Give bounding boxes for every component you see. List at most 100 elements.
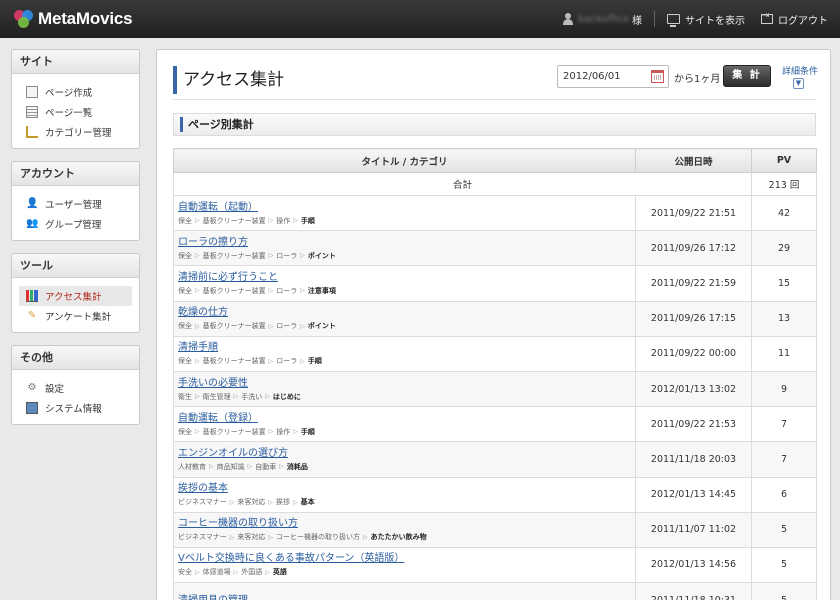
breadcrumb-arrow-icon: ▷ [195,322,200,330]
breadcrumb-arrow-icon: ▷ [363,533,368,541]
sidebar-item-survey-stats[interactable]: ✎ アンケート集計 [19,306,132,326]
sidebar-item-settings[interactable]: ⚙ 設定 [19,378,132,398]
breadcrumb-item: コーヒー機器の取り扱い方 [276,533,361,542]
sidebar-item-system-info[interactable]: システム情報 [19,398,132,418]
cell-pv: 15 [751,265,817,302]
total-row: 合計 213 回 [173,172,817,196]
sidebar-section-account: アカウント 👤 ユーザー管理 👥 グループ管理 [11,161,140,241]
aggregate-button[interactable]: 集 計 [723,65,771,87]
sidebar-item-label: ユーザー管理 [45,200,102,211]
breadcrumb-arrow-icon: ▷ [293,217,298,225]
page-title-link[interactable]: 手洗いの必要性 [174,377,635,390]
breadcrumb-arrow-icon: ▷ [268,428,274,436]
sidebar-item-label: カテゴリー管理 [45,128,112,139]
cell-publish-date: 2012/01/13 13:02 [635,370,752,408]
breadcrumb-item: 基板クリーナー装置 [202,216,266,225]
breadcrumb-item: 手順 [307,357,322,366]
sidebar-item-label: ページ作成 [45,88,93,99]
header-divider [654,11,655,27]
breadcrumb-item: ローラ [276,286,298,295]
breadcrumb-arrow-icon: ▷ [279,463,284,471]
breadcrumb-item: ローラ [276,322,298,331]
cell-pv: 7 [751,406,817,443]
breadcrumb-arrow-icon: ▷ [233,393,239,401]
page-title-link[interactable]: 乾燥の仕方 [174,306,635,319]
calendar-icon[interactable] [651,70,664,83]
column-header-pv[interactable]: PV [751,148,817,173]
table-row: ローラの擦り方 保全 ▷ 基板クリーナー装置 ▷ ローラ ▷ ポイント 2011/09/26 1… [173,230,817,267]
sidebar-item-label: アクセス集計 [45,292,102,303]
table-row: 清掃手順 保全 ▷ 基板クリーナー装置 ▷ ローラ ▷ 手順 2011/09/22 00:00 1… [173,335,817,372]
breadcrumb-item: 衛生管理 [202,392,231,401]
sidebar-section-title: その他 [12,346,139,370]
breadcrumb-arrow-icon: ▷ [300,287,305,295]
top-bar: MetaMovics backoffice 様 サイトを表示 ログアウト [0,0,840,38]
view-site-link[interactable]: サイトを表示 [667,12,745,27]
app-logo[interactable]: MetaMovics [14,9,133,29]
breadcrumb-item: 英語 [272,568,287,577]
breadcrumb-item: ローラ [276,251,298,260]
breadcrumb-arrow-icon: ▷ [247,463,253,471]
page-title-link[interactable]: 自動運転（登録） [174,412,635,425]
survey-icon: ✎ [27,310,37,321]
breadcrumb-arrow-icon: ▷ [195,357,200,365]
breadcrumb-item: ポイント [307,251,336,260]
column-header-date[interactable]: 公開日時 [635,148,752,173]
page-title-link[interactable]: コーヒー機器の取り扱い方 [174,517,635,530]
cell-publish-date: 2012/01/13 14:45 [635,476,752,513]
sidebar-item-page-list[interactable]: ページ一覧 [19,102,132,122]
logout-icon [761,11,773,24]
page-title-link[interactable]: 挨拶の基本 [174,482,635,495]
sidebar-section-title: サイト [12,50,139,74]
breadcrumb-arrow-icon: ▷ [265,568,270,576]
cell-publish-date: 2011/09/26 17:12 [635,230,752,267]
sidebar-item-access-stats[interactable]: アクセス集計 [19,286,132,306]
breadcrumb-arrow-icon: ▷ [195,568,200,576]
breadcrumb-arrow-icon: ▷ [300,322,305,330]
section-title: ページ別集計 [180,117,254,132]
page-title-link[interactable]: Vベルト交換時に良くある事故パターン（英語版） [174,552,635,565]
breadcrumb-item: 保全 [178,251,192,260]
breadcrumb-arrow-icon: ▷ [195,217,200,225]
system-info-icon [26,402,38,414]
cell-pv: 29 [751,230,817,267]
sidebar-item-users[interactable]: 👤 ユーザー管理 [19,194,132,214]
table-row: 清掃用具の管理2011/11/18 10:315 [173,582,817,600]
cell-title: ローラの擦り方 保全 ▷ 基板クリーナー装置 ▷ ローラ ▷ ポイント [173,230,636,267]
breadcrumb-arrow-icon: ▷ [293,498,298,506]
page-title-link[interactable]: 清掃前に必ず行うこと [174,271,635,284]
page-title-link[interactable]: 清掃手順 [174,341,635,354]
logout-link[interactable]: ログアウト [761,11,828,27]
header-actions: backoffice 様 サイトを表示 ログアウト [562,11,828,27]
breadcrumb-arrow-icon: ▷ [268,287,274,295]
detail-conditions-link[interactable]: 詳細条件 [782,64,818,77]
cell-title: 挨拶の基本 ビジネスマナー ▷ 来客対応 ▷ 挨拶 ▷ 基本 [173,476,636,513]
cell-pv: 13 [751,300,817,337]
user-icon: 👤 [26,198,39,209]
cell-title: 乾燥の仕方 保全 ▷ 基板クリーナー装置 ▷ ローラ ▷ ポイント [173,300,636,337]
breadcrumb-arrow-icon: ▷ [229,498,235,506]
page-title-link[interactable]: エンジンオイルの選び方 [174,447,635,460]
start-date-input[interactable] [558,66,646,87]
breadcrumb-item: 消耗品 [286,462,308,471]
page-title-link[interactable]: 清掃用具の管理 [174,594,635,600]
cell-title: 清掃前に必ず行うこと 保全 ▷ 基板クリーナー装置 ▷ ローラ ▷ 注意事項 [173,265,636,302]
sidebar-item-label: システム情報 [45,404,102,415]
sidebar-item-page-create[interactable]: ページ作成 [19,82,132,102]
chevron-down-icon[interactable]: ▼ [793,78,804,89]
sidebar-item-label: ページ一覧 [45,108,93,119]
table-row: 清掃前に必ず行うこと 保全 ▷ 基板クリーナー装置 ▷ ローラ ▷ 注意事項 2011/09/2… [173,265,817,302]
page-title-link[interactable]: 自動運転（起動） [174,201,635,214]
breadcrumb-item: ローラ [276,357,298,366]
sidebar-item-groups[interactable]: 👥 グループ管理 [19,214,132,234]
table-row: 自動運転（起動） 保全 ▷ 基板クリーナー装置 ▷ 操作 ▷ 手順 2011/09/22 21:… [173,194,817,232]
sidebar-item-label: 設定 [45,384,65,395]
breadcrumb-item: 保全 [178,286,192,295]
column-header-title[interactable]: タイトル / カテゴリ [173,148,636,173]
sidebar-item-category[interactable]: カテゴリー管理 [19,122,132,142]
breadcrumb-item: 保全 [178,427,192,436]
breadcrumb-item: 操作 [276,427,291,436]
page-title-link[interactable]: ローラの擦り方 [174,236,635,249]
breadcrumb-item: 挨拶 [276,498,291,507]
cell-pv: 9 [751,370,817,408]
